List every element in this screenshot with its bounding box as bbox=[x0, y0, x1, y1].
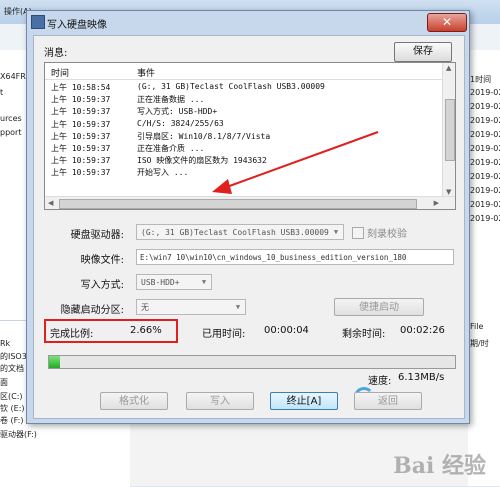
close-button[interactable]: ✕ bbox=[427, 13, 467, 32]
drive-select-value: (G:, 31 GB)Teclast CoolFlash USB3.00009 bbox=[141, 228, 329, 237]
background-left-text: urces bbox=[0, 114, 22, 123]
background-date-cell: 2019-02 bbox=[470, 200, 500, 209]
write-method-value: USB-HDD+ bbox=[141, 278, 180, 287]
dialog-titlebar[interactable]: 写入硬盘映像 ✕ bbox=[27, 11, 469, 33]
chevron-down-icon: ▼ bbox=[333, 228, 339, 236]
background-left-text: t bbox=[0, 88, 4, 97]
image-file-label: 映像文件: bbox=[80, 255, 124, 266]
background-tree-item[interactable]: 驱动器(F:) bbox=[0, 429, 37, 440]
background-date-cell: 2019-02 bbox=[470, 144, 500, 153]
background-tree-item[interactable]: 的文档 bbox=[0, 363, 24, 374]
write-method-label: 写入方式: bbox=[80, 280, 124, 291]
background-date-cell: 2019-02 bbox=[470, 130, 500, 139]
background-tree-item[interactable]: 面 bbox=[0, 377, 8, 388]
chevron-down-icon: ▼ bbox=[235, 303, 241, 311]
verify-checkbox[interactable] bbox=[352, 227, 364, 239]
speed-label: 速度: bbox=[368, 376, 392, 387]
background-tree-item[interactable]: 区(C:) bbox=[0, 391, 23, 402]
hidden-partition-value: 无 bbox=[141, 303, 149, 312]
back-button[interactable]: 返回 bbox=[354, 392, 422, 410]
remaining-label: 剩余时间: bbox=[342, 329, 386, 340]
dialog-title: 写入硬盘映像 bbox=[47, 20, 107, 31]
convenient-boot-button[interactable]: 便捷启动 bbox=[334, 298, 424, 316]
background-tree-item[interactable]: Rk bbox=[0, 339, 10, 348]
hidden-partition-label: 隐藏启动分区: bbox=[60, 305, 124, 316]
background-column-header[interactable]: 1时间 bbox=[470, 74, 491, 85]
app-icon bbox=[31, 15, 45, 29]
background-date-cell: 2019-02 bbox=[470, 88, 500, 97]
background-date-cell: 2019-02 bbox=[470, 214, 500, 223]
speed-value: 6.13MB/s bbox=[398, 372, 445, 383]
background-left-text: pport bbox=[0, 128, 22, 137]
verify-label: 刻录校验 bbox=[367, 229, 407, 240]
background-date-cell: 2019-02 bbox=[470, 186, 500, 195]
hidden-partition-select[interactable]: 无 ▼ bbox=[136, 299, 246, 315]
remaining-value: 00:02:26 bbox=[400, 325, 445, 336]
background-date-cell: 2019-02 bbox=[470, 172, 500, 181]
background-date-cell: 2019-02 bbox=[470, 102, 500, 111]
background-date-cell: 2019-02 bbox=[470, 116, 500, 125]
write-button[interactable]: 写入 bbox=[186, 392, 254, 410]
drive-select[interactable]: (G:, 31 GB)Teclast CoolFlash USB3.00009 … bbox=[136, 224, 344, 240]
elapsed-label: 已用时间: bbox=[202, 329, 246, 340]
elapsed-value: 00:00:04 bbox=[264, 325, 309, 336]
write-method-select[interactable]: USB-HDD+ ▼ bbox=[136, 274, 212, 290]
background-column-header[interactable]: File bbox=[470, 322, 483, 331]
percent-value: 2.66% bbox=[130, 325, 162, 336]
write-disk-image-dialog: 写入硬盘映像 ✕ 消息: 保存 时间 事件 上午 10:58:54 (G:, 31… bbox=[26, 10, 470, 424]
background-tree-item[interactable]: 的ISO3 bbox=[0, 351, 27, 362]
abort-button[interactable]: 终止[A] bbox=[270, 392, 338, 410]
background-right-pane: 1时间 2019-02 2019-02 2019-02 2019-02 2019… bbox=[468, 50, 500, 320]
percent-label: 完成比例: bbox=[50, 329, 94, 340]
drive-label: 硬盘驱动器: bbox=[70, 230, 124, 241]
image-file-field[interactable]: E:\win7 10\win10\cn_windows_10_business_… bbox=[136, 249, 454, 265]
background-column-header[interactable]: 期/时 bbox=[470, 338, 489, 349]
write-progress-bar bbox=[48, 355, 456, 369]
background-left-pane: X64FRE t urces pport bbox=[0, 50, 31, 320]
background-date-cell: 2019-02 bbox=[470, 158, 500, 167]
background-tree-item[interactable]: 卷 (F:) bbox=[0, 415, 23, 426]
chevron-down-icon: ▼ bbox=[201, 278, 207, 286]
background-tree-item[interactable]: 钦 (E:) bbox=[0, 403, 25, 414]
progress-fill bbox=[49, 356, 60, 368]
baidu-watermark: Bai 经验 bbox=[393, 453, 486, 479]
format-button[interactable]: 格式化 bbox=[100, 392, 168, 410]
dialog-client-area: 消息: 保存 时间 事件 上午 10:58:54 (G:, 31 GB)Tecla… bbox=[33, 35, 465, 419]
